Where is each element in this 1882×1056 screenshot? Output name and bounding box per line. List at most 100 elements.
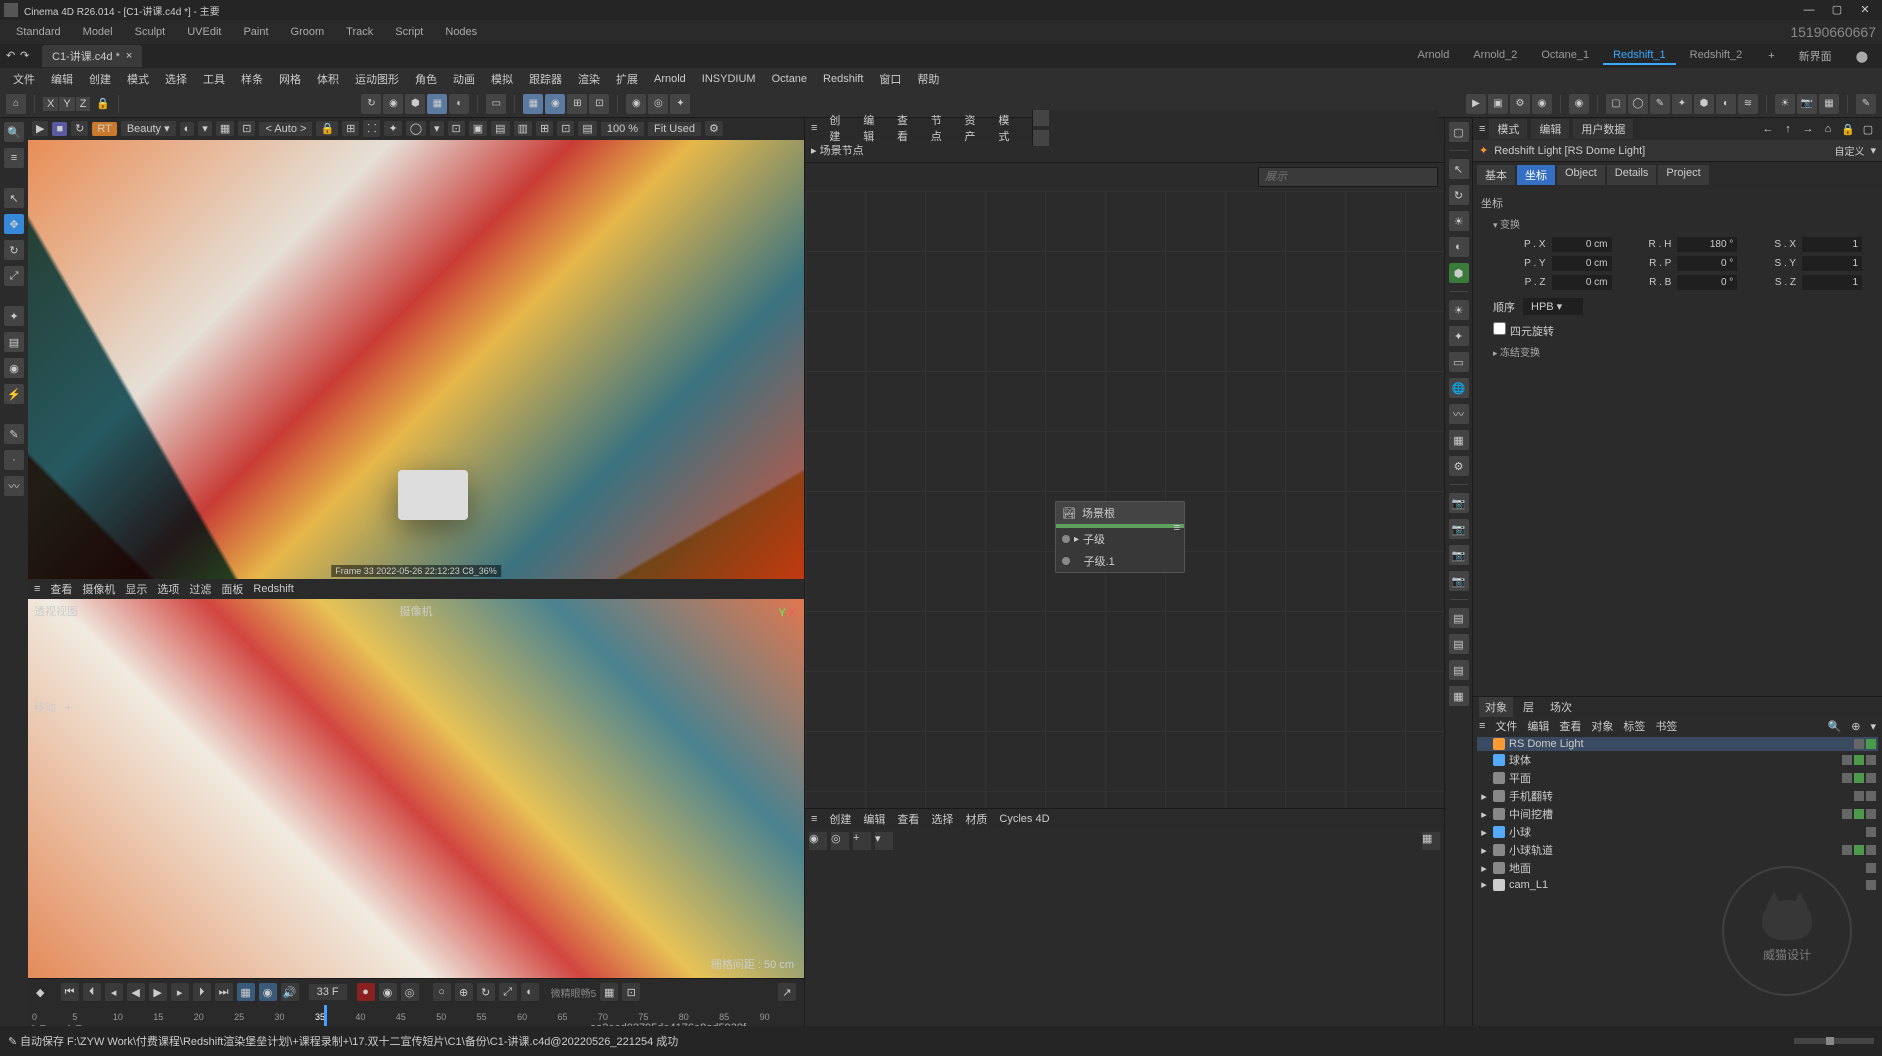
expand-icon[interactable]: ▸ (1479, 808, 1489, 821)
tool-icon[interactable]: · (4, 450, 24, 470)
prev-frame-button[interactable]: ◂ (105, 983, 123, 1001)
home-icon[interactable]: ⌂ (6, 94, 26, 114)
side-icon[interactable]: ✦ (1449, 326, 1469, 346)
axis-gizmo[interactable]: Y X (779, 607, 796, 619)
rv-icon[interactable]: ▶ (32, 121, 48, 136)
renderer-octane1[interactable]: Octane_1 (1531, 47, 1599, 65)
key-filter-button[interactable]: ⊕ (455, 983, 473, 1001)
pz-input[interactable]: 0 cm (1552, 275, 1612, 290)
close-button[interactable]: ✕ (1852, 2, 1878, 18)
object-icon[interactable]: ▦ (1819, 94, 1839, 114)
attr-tab-mode[interactable]: 模式 (1489, 119, 1527, 139)
attr-nav-up[interactable]: ↑ (1780, 121, 1796, 137)
sx-input[interactable]: 1 (1802, 237, 1862, 252)
rv-icon[interactable]: ▥ (514, 121, 532, 136)
rv-fit-dropdown[interactable]: Fit Used (648, 122, 701, 136)
mm-material[interactable]: 材质 (965, 811, 987, 827)
vp-menu-filter[interactable]: 过滤 (189, 581, 211, 597)
tool-icon[interactable]: ↻ (361, 94, 381, 114)
cursor-tool-icon[interactable]: ↖ (4, 188, 24, 208)
mode-uvedit[interactable]: UVEdit (177, 24, 231, 40)
menu-create[interactable]: 创建 (82, 69, 118, 89)
attr-lock-icon[interactable]: 🔒 (1840, 121, 1856, 137)
mm-edit[interactable]: 编辑 (863, 811, 885, 827)
quaternion-checkbox[interactable]: 四元旋转 (1481, 319, 1874, 342)
object-icon[interactable]: ⬢ (1694, 94, 1714, 114)
tool-icon[interactable]: ◎ (648, 94, 668, 114)
close-tab-button[interactable]: × (126, 50, 132, 62)
menu-window[interactable]: 窗口 (872, 69, 908, 89)
object-icon[interactable]: ▢ (1606, 94, 1626, 114)
menu-arnold[interactable]: Arnold (647, 71, 693, 87)
side-icon[interactable]: ▤ (1449, 634, 1469, 654)
menu-edit[interactable]: 编辑 (44, 69, 80, 89)
rv-icon[interactable]: ▾ (198, 121, 212, 136)
rv-icon[interactable]: ◯ (406, 121, 426, 136)
next-key-button[interactable]: ⏵ (193, 983, 211, 1001)
menu-animate[interactable]: 动画 (446, 69, 482, 89)
rv-icon[interactable]: ⊞ (342, 121, 359, 136)
side-icon[interactable]: 🌐 (1449, 378, 1469, 398)
mode-model[interactable]: Model (73, 24, 123, 40)
attr-tab-userdata[interactable]: 用户数据 (1573, 119, 1633, 139)
material-manager[interactable]: ◉ ◎ + ▾ ▦ (805, 828, 1444, 1028)
tab-project[interactable]: Project (1658, 165, 1708, 185)
menu-simulate[interactable]: 模拟 (484, 69, 520, 89)
renderer-redshift2[interactable]: Redshift_2 (1680, 47, 1753, 65)
undo-button[interactable]: ↶ (6, 49, 20, 63)
tool-icon[interactable]: ✎ (1856, 94, 1876, 114)
tab-object[interactable]: Object (1557, 165, 1605, 185)
rv-icon[interactable]: ▤ (491, 121, 509, 136)
object-row[interactable]: ▸小球 (1477, 823, 1878, 841)
mm-select[interactable]: 选择 (931, 811, 953, 827)
rv-icon[interactable]: ⊡ (238, 121, 255, 136)
menu-help[interactable]: 帮助 (910, 69, 946, 89)
render-icon[interactable]: ▶ (1466, 94, 1486, 114)
object-toggles[interactable] (1842, 809, 1876, 819)
attr-tab-edit[interactable]: 编辑 (1531, 119, 1569, 139)
mode-sculpt[interactable]: Sculpt (125, 24, 176, 40)
side-gear-icon[interactable]: ⚙ (1449, 456, 1469, 476)
rv-icon[interactable]: ◐ (180, 122, 195, 136)
tool-icon[interactable]: ⊞ (567, 94, 587, 114)
render-view[interactable]: File View Preferences Frame 33 2022-05-2… (28, 140, 804, 579)
object-row[interactable]: ▸中间挖槽 (1477, 805, 1878, 823)
menu-insydium[interactable]: INSYDIUM (695, 71, 763, 87)
px-input[interactable]: 0 cm (1552, 237, 1612, 252)
vp-menu-display[interactable]: 显示 (125, 581, 147, 597)
sz-input[interactable]: 1 (1802, 275, 1862, 290)
menu-character[interactable]: 角色 (408, 69, 444, 89)
side-camera-icon[interactable]: 📷 (1449, 545, 1469, 565)
tool-icon[interactable]: ▦ (427, 94, 447, 114)
mode-groom[interactable]: Groom (281, 24, 335, 40)
tl-button[interactable]: ◉ (259, 983, 277, 1001)
chevron-down-icon[interactable]: ▾ (1870, 144, 1876, 157)
menu-tracker[interactable]: 跟踪器 (522, 69, 569, 89)
rh-input[interactable]: 180 ° (1677, 237, 1737, 252)
rv-rendermode-dropdown[interactable]: Beauty ▾ (121, 121, 176, 136)
tool-icon[interactable]: ✎ (4, 424, 24, 444)
mm-cycles[interactable]: Cycles 4D (999, 813, 1049, 825)
om-tab-takes[interactable]: 场次 (1544, 697, 1578, 717)
object-toggles[interactable] (1866, 880, 1876, 890)
om-icon[interactable]: ⊕ (1851, 720, 1860, 733)
object-icon[interactable]: 📷 (1797, 94, 1817, 114)
mode-standard[interactable]: Standard (6, 24, 71, 40)
object-icon[interactable]: ◐ (1716, 94, 1736, 114)
goto-end-button[interactable]: ⏭ (215, 983, 233, 1001)
render-icon[interactable]: ⚙ (1510, 94, 1530, 114)
attr-expand-icon[interactable]: ▢ (1860, 121, 1876, 137)
tool-icon[interactable]: ⬢ (405, 94, 425, 114)
object-toggles[interactable] (1866, 827, 1876, 837)
rv-icon[interactable]: ▣ (469, 121, 487, 136)
sy-input[interactable]: 1 (1802, 256, 1862, 271)
record-button[interactable]: ● (357, 983, 375, 1001)
zoom-slider[interactable] (1794, 1038, 1874, 1044)
rb-input[interactable]: 0 ° (1677, 275, 1737, 290)
om-menu-bookmarks[interactable]: 书签 (1655, 718, 1677, 734)
object-icon[interactable]: ☀ (1775, 94, 1795, 114)
node-graph[interactable]: 🏞场景根 ≡ ▸ 子级 子级.1 (805, 191, 1444, 808)
object-row[interactable]: 平面 (1477, 769, 1878, 787)
lock-icon[interactable]: 🔒 (96, 97, 110, 110)
rv-icon[interactable]: ⊡ (557, 121, 574, 136)
